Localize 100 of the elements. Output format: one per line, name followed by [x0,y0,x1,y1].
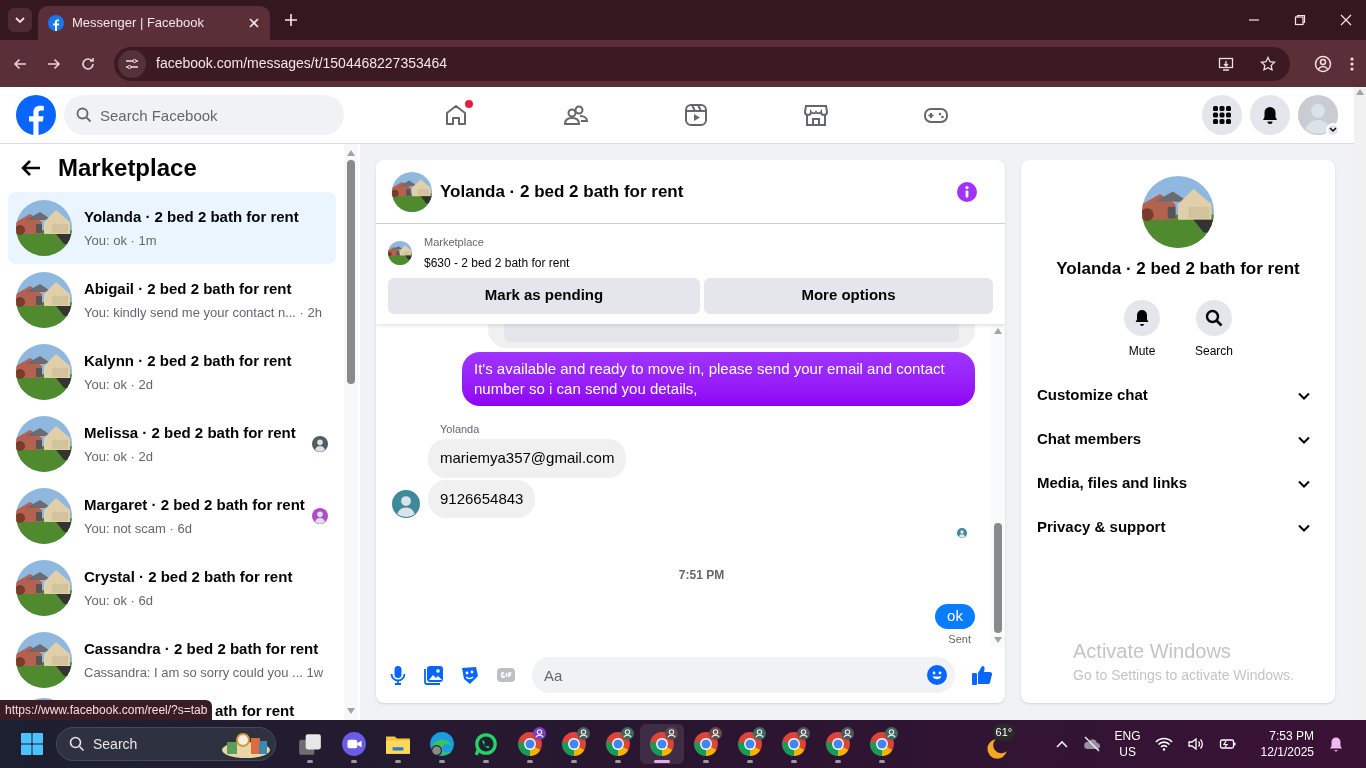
listing-button[interactable]: More options [704,277,993,314]
conversation-title: Margaret · 2 bed 2 bath for rent [84,495,305,515]
store-icon [803,102,829,128]
running-indicator [879,760,885,763]
close-icon[interactable] [248,17,260,29]
section-label: Customize chat [1037,385,1149,406]
browser-tab[interactable]: Messenger | Facebook [38,6,270,40]
clock[interactable]: 7:53 PM 12/1/2025 [1260,728,1314,760]
avatar-icon [1298,95,1338,135]
language-text: US [1119,744,1136,760]
facebook-logo-icon[interactable] [16,95,56,135]
browser-icon [561,731,587,757]
scrollbar[interactable] [344,144,358,720]
url-text: facebook.com/messages/t/1504468227353464 [156,54,449,73]
message-preview: You: ok · 6d [84,591,154,610]
thumbs-up-icon[interactable] [971,664,993,686]
tab-list-button[interactable] [8,8,32,32]
conversation-title: Crystal · 2 bed 2 bath for rent [84,567,293,587]
browser-icon [649,731,675,757]
mute-button[interactable] [1124,299,1160,336]
menu-icon [1212,105,1232,125]
running-indicator [439,760,445,763]
conversation-title: Yolanda · 2 bed 2 bath for rent [84,207,299,227]
info-icon[interactable] [957,181,977,202]
scrollbar[interactable] [991,323,1005,647]
running-indicator [307,760,313,763]
profile-badge-icon [577,727,590,740]
status-url: https://www.facebook.com/reel/?s=tab [0,700,213,720]
microphone-icon[interactable] [388,665,408,685]
restore-icon[interactable] [1294,14,1306,26]
section-row[interactable]: Customize chat [1029,373,1327,418]
taskbar-app[interactable] [640,724,684,764]
volume-icon[interactable] [1186,735,1205,753]
action-label: Search [1195,342,1233,360]
sticker-icon[interactable] [460,665,480,685]
site-settings-button[interactable] [118,49,146,78]
message-preview: You: ok · 2d [84,375,154,394]
close-icon[interactable] [1340,14,1352,26]
star-icon[interactable] [1260,55,1276,72]
taskbar-search[interactable]: Search [56,727,276,761]
conversation-title: Yolanda · 2 bed 2 bath for rent [1056,258,1300,280]
start-icon[interactable] [20,732,44,756]
message-bubble: ok [935,604,975,629]
conversation-title: Abigail · 2 bed 2 bath for rent [84,279,293,299]
weather-widget[interactable]: 61° [984,726,1021,762]
scrollbar-thumb[interactable] [347,160,355,384]
conversation-item[interactable]: Yolanda · 2 bed 2 bath for rent You: ok · 1m [8,192,336,264]
message-preview: You: kindly send me your contact n... · 2h [84,303,322,322]
profile-badge-icon [797,727,810,740]
section-row[interactable]: Chat members [1029,417,1327,462]
image-icon[interactable] [424,665,444,685]
time-text: 7:53 PM [1269,728,1314,744]
running-indicator [351,760,357,763]
search-label: Search [93,734,139,754]
video-icon [683,102,709,128]
cloud-off-icon[interactable] [1082,735,1101,753]
new-tab-icon[interactable] [284,13,298,27]
browser-icon [605,731,631,757]
listing-button[interactable]: Mark as pending [388,277,700,314]
chat-icon [473,731,499,757]
browser-icon [869,731,895,757]
notifications-button[interactable] [1250,95,1290,135]
search-icon [1204,307,1224,328]
search-button[interactable] [1196,299,1232,336]
profile-icon[interactable] [1314,54,1332,73]
chevron-down-icon [14,14,26,26]
scrollbar-thumb[interactable] [994,523,1002,633]
tune-icon [125,56,139,71]
browser-icon [517,731,543,757]
section-row[interactable]: Privacy & support [1029,505,1327,550]
message-preview: You: ok · 1m [84,231,158,250]
menu-button[interactable] [1202,95,1242,135]
chat-title: Yolanda · 2 bed 2 bath for rent [440,180,685,203]
listing-title: $630 - 2 bed 2 bath for rent [424,254,570,272]
section-label: Privacy & support [1037,517,1167,538]
profile-badge-icon [753,727,766,740]
emoji-icon[interactable] [927,665,947,685]
task-view-icon [297,731,323,757]
browser-icon [781,731,807,757]
profile-badge-icon [709,727,722,740]
message-field[interactable]: Aa [532,657,955,693]
search-icon [76,107,92,123]
profile-badge-icon [665,727,678,740]
sender-name: Yolanda [440,421,481,437]
search-field[interactable]: Search Facebook [64,95,344,135]
install-icon[interactable] [1218,55,1234,72]
profile-badge-icon [841,727,854,740]
section-row[interactable]: Media, files and links [1029,461,1327,506]
bell-icon[interactable] [1328,736,1344,752]
address-bar[interactable]: facebook.com/messages/t/1504468227353464 [114,46,1290,81]
wifi-icon[interactable] [1154,735,1173,753]
listing-label: Marketplace [424,235,485,250]
language-indicator[interactable]: ENG US [1114,728,1141,760]
message-preview: You: not scam · 6d [84,519,193,538]
caret-icon [1329,127,1337,133]
more-icon[interactable] [1350,55,1354,72]
reload-icon[interactable] [80,55,96,72]
profile-badge-icon [885,727,898,740]
scrollbar[interactable] [1354,87,1366,720]
home-icon [443,102,469,128]
